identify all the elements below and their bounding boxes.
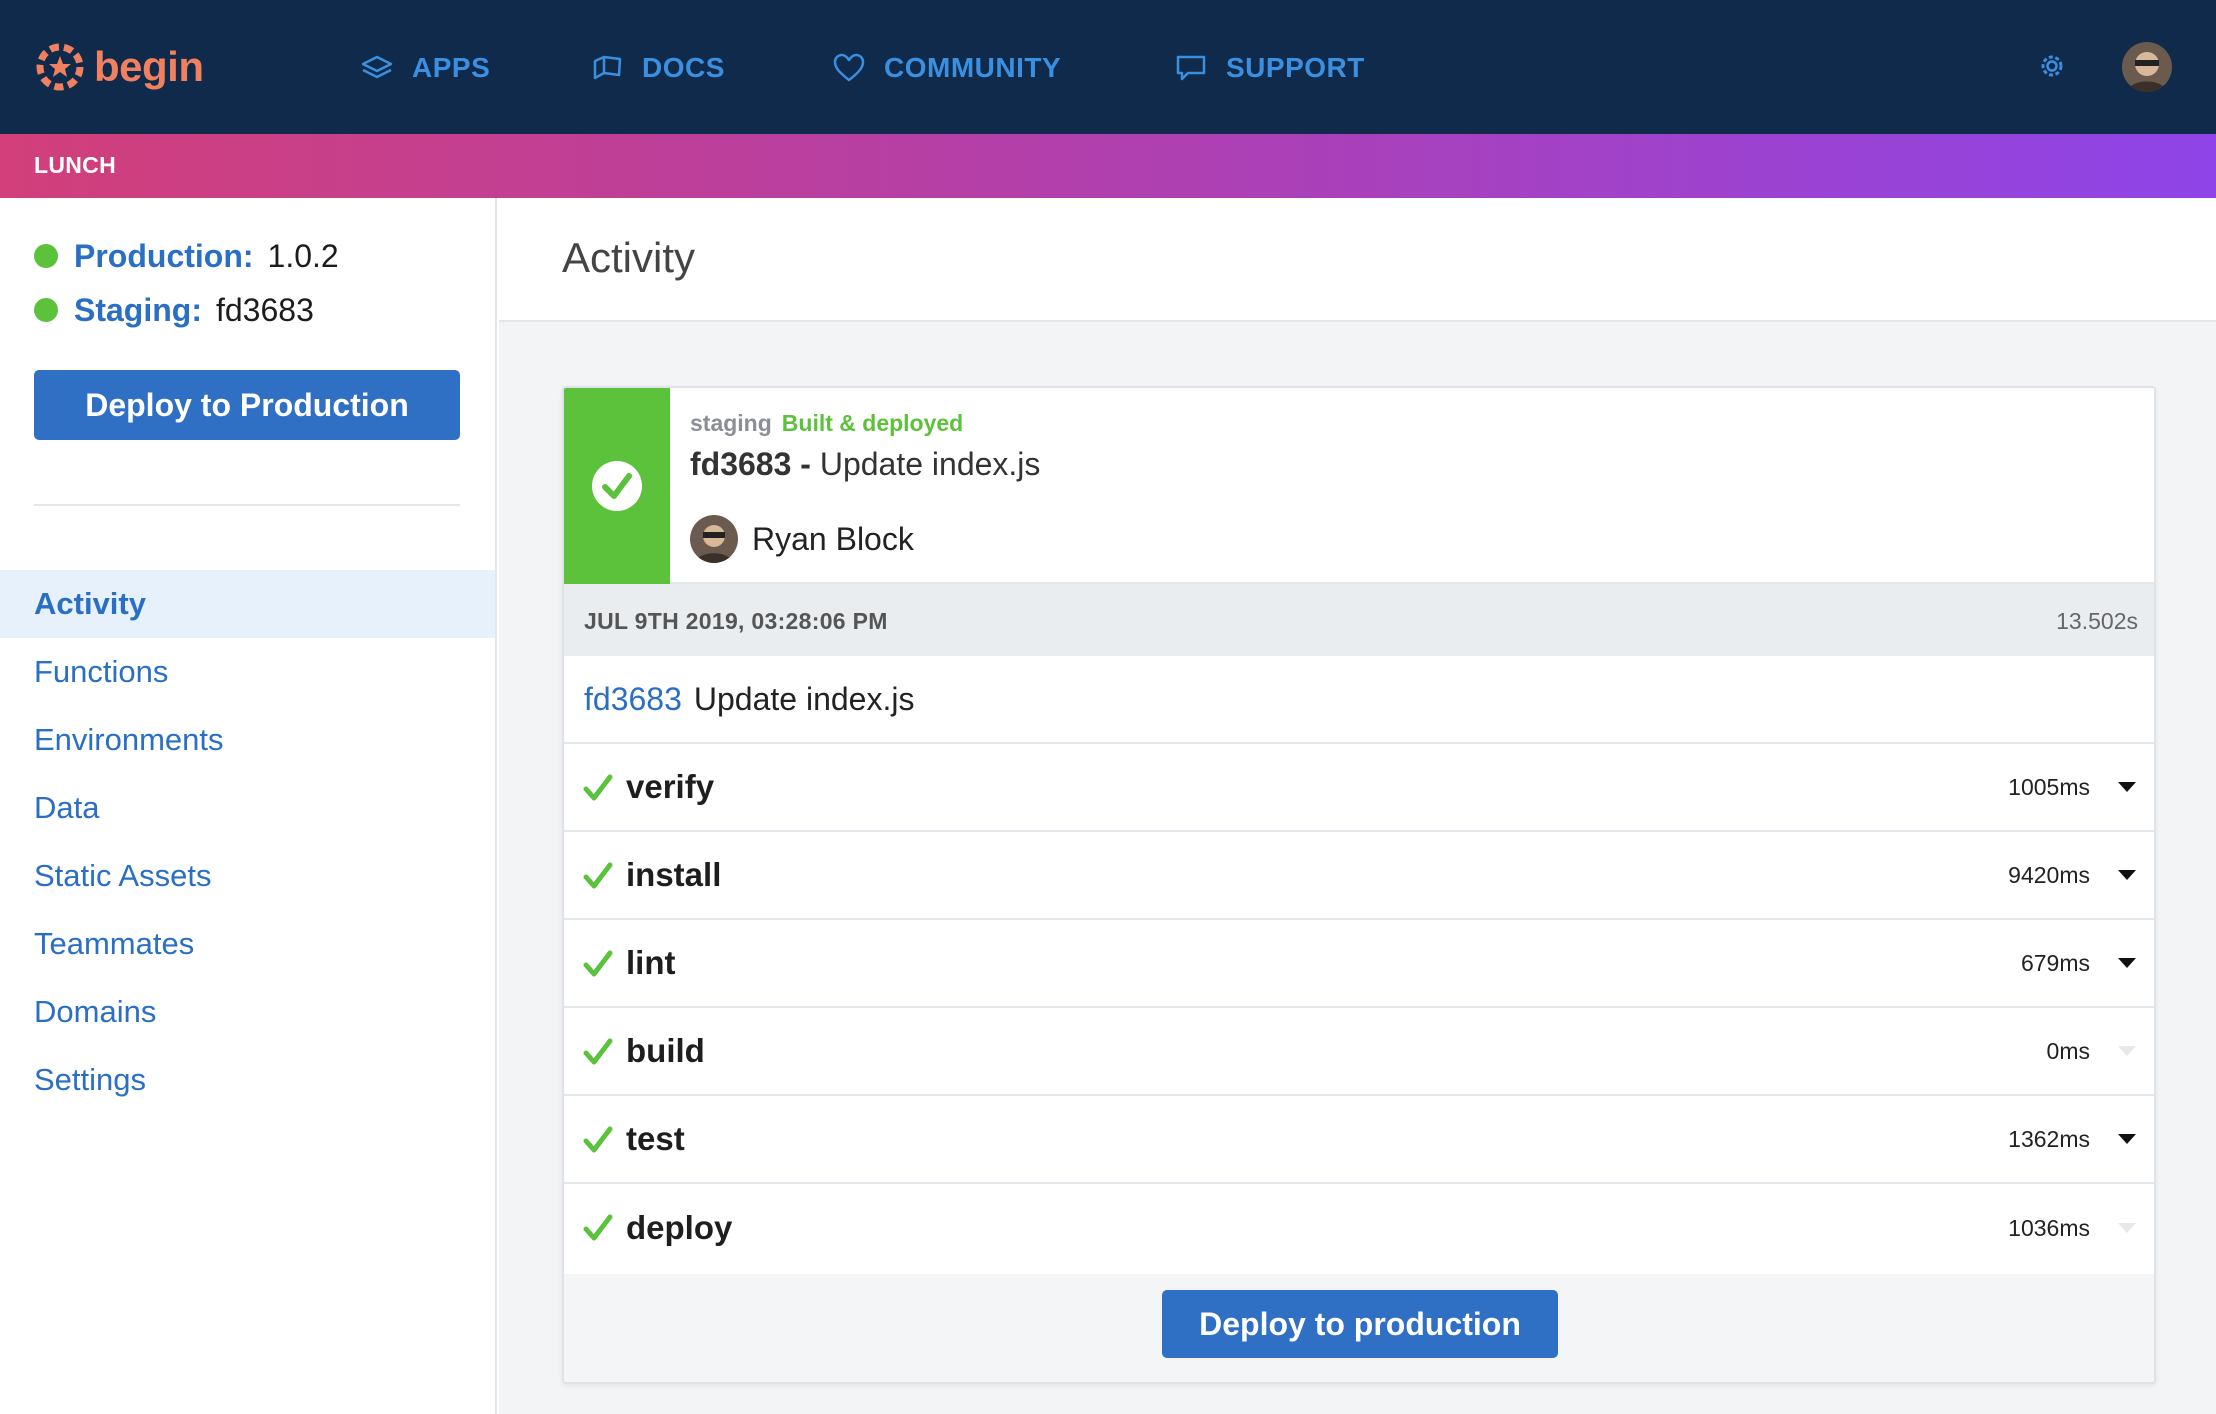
sidebar-item-teammates[interactable]: Teammates <box>0 910 495 978</box>
step-name: lint <box>626 944 676 981</box>
caret-down-icon[interactable] <box>2116 956 2138 970</box>
step-time: 1005ms <box>2008 773 2090 800</box>
brand-name: begin <box>94 43 204 90</box>
nav-support-label: SUPPORT <box>1226 52 1365 83</box>
checkmark-icon <box>583 1214 613 1241</box>
begin-logo-icon <box>36 43 84 91</box>
build-title-separator: - <box>800 446 811 482</box>
caret-down-icon-disabled <box>2118 1046 2136 1056</box>
caret-down-icon[interactable] <box>2116 780 2138 794</box>
sidebar-item-settings[interactable]: Settings <box>0 1046 495 1114</box>
sidebar: Production: 1.0.2 Staging: fd3683 Deploy… <box>0 198 497 1414</box>
nav-apps[interactable]: APPS <box>360 48 490 88</box>
gear-icon[interactable] <box>2036 50 2068 82</box>
step-time: 1036ms <box>2008 1214 2090 1241</box>
step-lint[interactable]: lint 679ms <box>564 920 2154 1008</box>
app-bar: LUNCH <box>0 134 2216 198</box>
caret-down-icon[interactable] <box>2116 868 2138 882</box>
build-summary[interactable]: staging Built & deployed fd3683 - Update … <box>564 388 2154 584</box>
author-avatar-image <box>690 515 738 563</box>
build-duration: 13.502s <box>2056 608 2138 634</box>
step-name: deploy <box>626 1209 733 1246</box>
staging-version: fd3683 <box>215 291 314 328</box>
deploy-to-production-card-button[interactable]: Deploy to production <box>1162 1290 1558 1358</box>
nav-docs[interactable]: DOCS <box>590 48 725 88</box>
sidebar-item-activity[interactable]: Activity <box>0 570 495 638</box>
check-circle-icon <box>592 461 642 511</box>
step-time: 1362ms <box>2008 1125 2090 1152</box>
step-test[interactable]: test 1362ms <box>564 1096 2154 1184</box>
sidebar-item-static-assets[interactable]: Static Assets <box>0 842 495 910</box>
build-env-line: staging Built & deployed <box>690 410 963 437</box>
step-time: 0ms <box>2046 1037 2090 1064</box>
sidebar-item-environments[interactable]: Environments <box>0 706 495 774</box>
heart-icon <box>833 53 865 82</box>
book-icon <box>593 55 622 80</box>
layers-icon <box>361 55 393 79</box>
step-build: build 0ms <box>564 1008 2154 1096</box>
step-install[interactable]: install 9420ms <box>564 832 2154 920</box>
build-card: staging Built & deployed fd3683 - Update … <box>562 386 2156 1384</box>
step-time: 9420ms <box>2008 861 2090 888</box>
sidebar-nav: Activity Functions Environments Data Sta… <box>0 570 495 1114</box>
nav-apps-label: APPS <box>412 52 491 83</box>
commit-row: fd3683 Update index.js <box>564 656 2154 744</box>
build-status: Built & deployed <box>781 410 964 436</box>
build-card-footer: Deploy to production <box>564 1274 2154 1382</box>
top-nav: begin APPS DOCS COMMUNITY SUPPORT <box>0 0 2216 134</box>
checkmark-icon <box>583 950 613 977</box>
nav-docs-label: DOCS <box>642 52 725 83</box>
begin-logo[interactable]: begin <box>36 40 204 94</box>
user-avatar-image <box>2122 42 2172 92</box>
app-name[interactable]: LUNCH <box>34 152 116 179</box>
commit-sha-link[interactable]: fd3683 <box>584 681 682 718</box>
sidebar-divider <box>34 504 460 506</box>
build-status-strip <box>564 388 670 584</box>
chat-bubble-icon <box>1176 55 1206 81</box>
checkmark-icon <box>583 1126 613 1153</box>
step-deploy: deploy 1036ms <box>564 1184 2154 1272</box>
staging-label: Staging: <box>74 291 202 328</box>
checkmark-icon <box>583 774 613 801</box>
nav-community[interactable]: COMMUNITY <box>832 48 1061 88</box>
sidebar-item-data[interactable]: Data <box>0 774 495 842</box>
build-timestamp-bar: JUL 9TH 2019, 03:28:06 PM 13.502s <box>564 584 2154 656</box>
build-timestamp: JUL 9TH 2019, 03:28:06 PM <box>584 608 888 634</box>
production-status-dot <box>34 244 58 268</box>
user-avatar[interactable] <box>2122 42 2172 92</box>
staging-status-dot <box>34 298 58 322</box>
sidebar-item-functions[interactable]: Functions <box>0 638 495 706</box>
checkmark-icon <box>583 1038 613 1065</box>
page-title: Activity <box>562 234 696 281</box>
author-avatar <box>690 515 738 563</box>
production-version: 1.0.2 <box>267 237 339 274</box>
author-name: Ryan Block <box>752 520 914 557</box>
build-author: Ryan Block <box>690 514 914 564</box>
step-name: install <box>626 856 722 893</box>
main-header: Activity <box>499 198 2216 322</box>
sidebar-item-domains[interactable]: Domains <box>0 978 495 1046</box>
nav-community-label: COMMUNITY <box>884 52 1062 83</box>
step-name: test <box>626 1120 685 1157</box>
step-time: 679ms <box>2020 949 2090 976</box>
step-name: verify <box>626 768 715 805</box>
build-title: fd3683 - Update index.js <box>690 446 1040 483</box>
build-message: Update index.js <box>819 446 1041 482</box>
checkmark-icon <box>583 862 613 889</box>
step-verify[interactable]: verify 1005ms <box>564 744 2154 832</box>
nav-support[interactable]: SUPPORT <box>1174 48 1365 88</box>
build-env: staging <box>690 410 772 436</box>
step-name: build <box>626 1032 705 1069</box>
build-sha: fd3683 <box>690 446 792 482</box>
production-label: Production: <box>74 237 254 274</box>
main-content: Activity staging Built & deployed fd3683 … <box>499 198 2216 1414</box>
staging-env: Staging: fd3683 <box>34 290 314 330</box>
caret-down-icon-disabled <box>2118 1223 2136 1233</box>
commit-message: Update index.js <box>693 680 915 717</box>
deploy-to-production-button[interactable]: Deploy to Production <box>34 370 460 440</box>
caret-down-icon[interactable] <box>2116 1132 2138 1146</box>
production-env: Production: 1.0.2 <box>34 236 339 276</box>
